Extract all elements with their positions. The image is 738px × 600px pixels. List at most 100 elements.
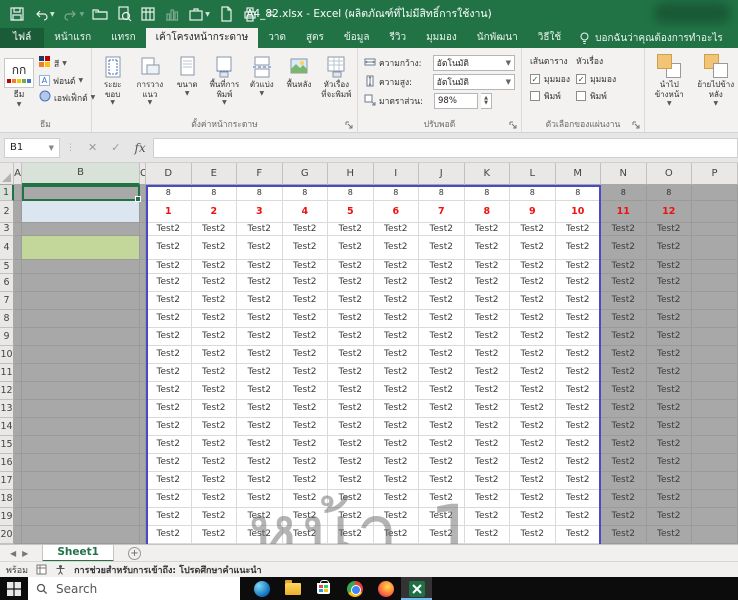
cell-M20[interactable]: Test2: [556, 526, 602, 544]
cell-G14[interactable]: Test2: [283, 418, 329, 436]
cell-F18[interactable]: Test2: [237, 490, 283, 508]
spinner-control[interactable]: ▲▼: [481, 93, 492, 109]
cell-M6[interactable]: Test2: [556, 274, 602, 292]
cell-D15[interactable]: Test2: [146, 436, 192, 454]
cell-H7[interactable]: Test2: [328, 292, 374, 310]
cell-K15[interactable]: Test2: [465, 436, 511, 454]
cell-G5[interactable]: Test2: [283, 260, 329, 274]
cell-B18[interactable]: [22, 490, 140, 508]
cell-I10[interactable]: Test2: [374, 346, 420, 364]
cell-O18[interactable]: Test2: [647, 490, 693, 508]
cell-J15[interactable]: Test2: [419, 436, 465, 454]
col-header-B[interactable]: B: [22, 163, 140, 185]
row-header-6[interactable]: 6: [0, 274, 14, 292]
cell-K20[interactable]: Test2: [465, 526, 511, 544]
cell-A9[interactable]: [14, 328, 22, 346]
col-header-L[interactable]: L: [510, 163, 556, 185]
cell-N3[interactable]: Test2: [601, 223, 647, 236]
cell-P8[interactable]: [692, 310, 738, 328]
name-box[interactable]: B1 ▼: [4, 138, 60, 158]
cell-D14[interactable]: Test2: [146, 418, 192, 436]
cell-F12[interactable]: Test2: [237, 382, 283, 400]
tab-ข้อมูล[interactable]: ข้อมูล: [334, 28, 380, 48]
cell-N1[interactable]: 8: [601, 185, 647, 201]
cell-L12[interactable]: Test2: [510, 382, 556, 400]
cell-H15[interactable]: Test2: [328, 436, 374, 454]
cell-A19[interactable]: [14, 508, 22, 526]
cell-N6[interactable]: Test2: [601, 274, 647, 292]
cell-H19[interactable]: Test2: [328, 508, 374, 526]
cell-O2[interactable]: 12: [647, 201, 693, 223]
cell-F4[interactable]: Test2: [237, 236, 283, 260]
cell-B1[interactable]: [22, 185, 140, 201]
cell-L17[interactable]: Test2: [510, 472, 556, 490]
cell-N17[interactable]: Test2: [601, 472, 647, 490]
cell-L9[interactable]: Test2: [510, 328, 556, 346]
cell-A3[interactable]: [14, 223, 22, 236]
cell-A1[interactable]: [14, 185, 22, 201]
cell-A12[interactable]: [14, 382, 22, 400]
send-backward-button[interactable]: ย้ายไปข้างหลัง▼: [696, 54, 737, 130]
macro-record-icon[interactable]: [36, 564, 47, 575]
row-header-13[interactable]: 13: [0, 400, 14, 418]
accessibility-status-text[interactable]: การช่วยสำหรับการเข้าถึง: โปรดศึกษาคำแนะน…: [74, 563, 261, 577]
cell-J14[interactable]: Test2: [419, 418, 465, 436]
row-header-2[interactable]: 2: [0, 201, 14, 223]
cell-A13[interactable]: [14, 400, 22, 418]
cell-J12[interactable]: Test2: [419, 382, 465, 400]
save-button[interactable]: [6, 3, 28, 25]
cell-O15[interactable]: Test2: [647, 436, 693, 454]
cell-J2[interactable]: 7: [419, 201, 465, 223]
cell-D12[interactable]: Test2: [146, 382, 192, 400]
cell-I4[interactable]: Test2: [374, 236, 420, 260]
cell-O11[interactable]: Test2: [647, 364, 693, 382]
taskbar-app-chrome[interactable]: [339, 577, 370, 600]
cell-B19[interactable]: [22, 508, 140, 526]
cell-J4[interactable]: Test2: [419, 236, 465, 260]
quick-print-button[interactable]: [239, 3, 261, 25]
cell-M17[interactable]: Test2: [556, 472, 602, 490]
cell-N9[interactable]: Test2: [601, 328, 647, 346]
cell-P14[interactable]: [692, 418, 738, 436]
themes-button[interactable]: กก ธีม ▼: [4, 53, 34, 118]
cell-K19[interactable]: Test2: [465, 508, 511, 526]
col-header-P[interactable]: P: [692, 163, 738, 185]
cell-N2[interactable]: 11: [601, 201, 647, 223]
cell-H16[interactable]: Test2: [328, 454, 374, 472]
cell-J5[interactable]: Test2: [419, 260, 465, 274]
scale-input[interactable]: 98%: [434, 93, 478, 109]
cell-M18[interactable]: Test2: [556, 490, 602, 508]
cell-E19[interactable]: Test2: [192, 508, 238, 526]
cell-A4[interactable]: [14, 236, 22, 260]
cell-I17[interactable]: Test2: [374, 472, 420, 490]
cell-I11[interactable]: Test2: [374, 364, 420, 382]
cell-H18[interactable]: Test2: [328, 490, 374, 508]
cell-K7[interactable]: Test2: [465, 292, 511, 310]
cell-D13[interactable]: Test2: [146, 400, 192, 418]
cell-M9[interactable]: Test2: [556, 328, 602, 346]
cell-K6[interactable]: Test2: [465, 274, 511, 292]
cell-G16[interactable]: Test2: [283, 454, 329, 472]
accessibility-icon[interactable]: [55, 564, 66, 575]
sheet-options-dialog-launcher-icon[interactable]: [631, 120, 641, 130]
sheet-nav-arrows[interactable]: ◀▶: [0, 549, 42, 558]
cell-J20[interactable]: Test2: [419, 526, 465, 544]
cell-L14[interactable]: Test2: [510, 418, 556, 436]
tab-แทรก[interactable]: แทรก: [101, 28, 145, 48]
cell-E13[interactable]: Test2: [192, 400, 238, 418]
cell-E11[interactable]: Test2: [192, 364, 238, 382]
cell-H9[interactable]: Test2: [328, 328, 374, 346]
cell-O12[interactable]: Test2: [647, 382, 693, 400]
cell-J8[interactable]: Test2: [419, 310, 465, 328]
cell-G1[interactable]: 8: [283, 185, 329, 201]
cell-K8[interactable]: Test2: [465, 310, 511, 328]
cell-O16[interactable]: Test2: [647, 454, 693, 472]
cell-B20[interactable]: [22, 526, 140, 544]
cell-J9[interactable]: Test2: [419, 328, 465, 346]
cell-L6[interactable]: Test2: [510, 274, 556, 292]
row-header-12[interactable]: 12: [0, 382, 14, 400]
col-header-O[interactable]: O: [647, 163, 693, 185]
theme-fonts-button[interactable]: Aฟอนต์▼: [37, 72, 97, 89]
cell-N12[interactable]: Test2: [601, 382, 647, 400]
select-all-corner[interactable]: [0, 163, 14, 185]
